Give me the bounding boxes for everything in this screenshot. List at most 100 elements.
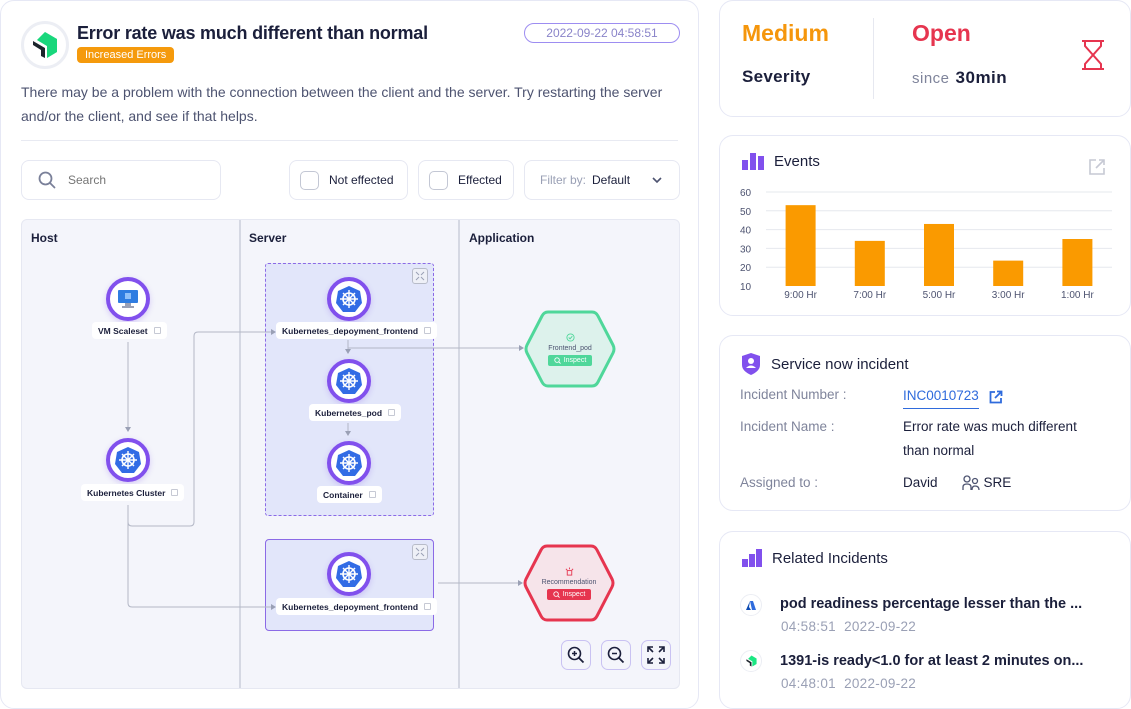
external-link-icon[interactable] — [424, 327, 432, 334]
bar[interactable] — [854, 240, 885, 286]
fullscreen-icon — [647, 646, 665, 664]
service-now-card: Service now incident Incident Number : I… — [719, 335, 1131, 511]
check-circle-icon — [565, 332, 575, 342]
external-link-icon[interactable] — [989, 390, 1003, 404]
bar[interactable] — [993, 260, 1024, 286]
incident-name-value: Error rate was much different than norma… — [903, 419, 1077, 458]
inspect-button[interactable]: Inspect — [546, 588, 592, 600]
y-tick-label: 20 — [740, 263, 752, 274]
divider — [21, 140, 678, 141]
app-node-frontend-pod[interactable]: Frontend_pod Inspect — [524, 309, 616, 389]
shield-user-icon — [742, 353, 760, 375]
not-effected-checkbox[interactable]: Not effected — [289, 160, 408, 200]
bar-chart-icon — [742, 549, 762, 567]
external-link-icon[interactable] — [153, 327, 161, 334]
incident-number-row: INC0010723 — [903, 384, 1003, 409]
kubernetes-icon — [336, 368, 362, 394]
team-icon — [961, 475, 980, 491]
node-label-container[interactable]: Container — [317, 486, 382, 503]
severity-card: Medium Severity Open since 30min — [719, 0, 1131, 117]
node-kubernetes-cluster[interactable] — [106, 438, 150, 482]
external-link-icon[interactable] — [368, 491, 376, 498]
events-bar-chart: 10 20 30 40 50 60 9:00 Hr 7:00 Hr 5:00 Hr 3:00 Hr… — [740, 188, 1112, 301]
node-label-k8s-pod[interactable]: Kubernetes_pod — [309, 404, 402, 421]
incident-description: There may be a problem with the connecti… — [21, 84, 663, 124]
filter-value: Default — [592, 173, 631, 187]
zoom-out-button[interactable] — [601, 640, 631, 670]
incident-number-label: Incident Number : — [740, 387, 847, 402]
node-vm-scaleset[interactable] — [106, 277, 150, 321]
app-node-name: Frontend_pod — [548, 344, 592, 352]
service-now-title: Service now incident — [771, 355, 909, 373]
node-label-k8s-deployment-frontend[interactable]: Kubernetes_depoyment_frontend — [276, 322, 438, 339]
incident-number-link[interactable]: INC0010723 — [903, 384, 979, 409]
node-label-vm-scaleset[interactable]: VM Scaleset — [92, 322, 167, 339]
chevron-down-icon — [652, 177, 662, 184]
node-label-k8s-deployment-frontend-2[interactable]: Kubernetes_depoyment_frontend — [276, 598, 438, 615]
newrelic-icon — [740, 650, 762, 672]
y-tick-label: 10 — [740, 282, 752, 293]
events-card: Events 10 20 30 40 50 60 9:00 Hr 7:00 Hr 5:00 Hr… — [719, 135, 1131, 316]
external-link-icon[interactable] — [388, 409, 396, 416]
assignee-team: SRE — [961, 471, 1011, 495]
zoom-in-icon — [567, 646, 585, 664]
filter-dropdown[interactable]: Filter by: Default — [524, 160, 680, 200]
edge-cluster-to-deploy2 — [127, 505, 272, 608]
divider — [873, 18, 874, 99]
external-link-icon[interactable] — [1088, 158, 1106, 176]
zoom-in-button[interactable] — [561, 640, 591, 670]
events-header: Events — [742, 152, 820, 170]
kubernetes-icon — [336, 286, 362, 312]
assignee-name: David — [903, 475, 938, 490]
external-link-icon[interactable] — [171, 489, 179, 496]
inspect-button[interactable]: Inspect — [547, 354, 593, 366]
checkbox-square[interactable] — [429, 170, 448, 190]
y-tick-label: 60 — [740, 188, 752, 199]
external-link-icon[interactable] — [424, 603, 432, 610]
assigned-to-row: David SRE — [903, 471, 1011, 495]
newrelic-logo-icon — [21, 21, 69, 69]
effected-label: Effected — [458, 173, 502, 187]
topology-map[interactable]: Host Server Application VM Scaleset Kube… — [21, 219, 680, 689]
service-now-header: Service now incident — [741, 353, 909, 375]
bar[interactable] — [1062, 239, 1093, 286]
related-incidents-card: Related Incidents pod readiness percenta… — [719, 531, 1131, 709]
y-tick-label: 30 — [740, 244, 752, 255]
node-k8s-deployment-frontend-2[interactable] — [327, 552, 371, 596]
related-incident-title[interactable]: pod readiness percentage lesser than the… — [780, 596, 1082, 612]
related-title: Related Incidents — [772, 549, 888, 567]
incident-type-badge: Increased Errors — [77, 47, 175, 63]
bar[interactable] — [924, 223, 954, 286]
effected-checkbox[interactable]: Effected — [418, 160, 514, 200]
app-node-recommendation[interactable]: Recommendation Inspect — [523, 543, 615, 623]
not-effected-label: Not effected — [329, 173, 394, 187]
kubernetes-icon — [115, 447, 141, 473]
checkbox-square[interactable] — [300, 170, 319, 190]
node-container[interactable] — [327, 441, 371, 485]
zoom-out-icon — [607, 646, 625, 664]
x-tick-label: 7:00 Hr — [853, 290, 886, 301]
related-incident-title[interactable]: 1391-is ready<1.0 for at least 2 minutes… — [780, 653, 1083, 669]
node-k8s-pod[interactable] — [327, 359, 371, 403]
y-tick-label: 50 — [740, 207, 752, 218]
fit-screen-button[interactable] — [641, 640, 671, 670]
events-title: Events — [774, 152, 820, 170]
related-incident-meta: 04:48:01 2022-09-22 — [781, 676, 917, 691]
hourglass-icon — [1082, 40, 1104, 70]
node-k8s-deployment-frontend[interactable] — [327, 277, 371, 321]
incident-timestamp: 2022-09-22 04:58:51 — [524, 23, 680, 43]
related-incident-meta: 04:58:51 2022-09-22 — [781, 619, 917, 634]
search-field[interactable] — [21, 160, 221, 200]
related-header: Related Incidents — [742, 549, 888, 567]
bar[interactable] — [785, 205, 816, 286]
app-node-name: Recommendation — [541, 578, 597, 586]
azure-icon — [740, 594, 762, 616]
severity-value: Medium — [742, 20, 829, 46]
node-label-kubernetes-cluster[interactable]: Kubernetes Cluster — [81, 484, 185, 501]
x-tick-label: 1:00 Hr — [1061, 290, 1094, 301]
alarm-icon — [565, 566, 573, 576]
search-input[interactable] — [68, 173, 198, 187]
arrow-head — [345, 431, 351, 436]
bar-chart-icon — [742, 153, 764, 170]
monitor-icon — [118, 290, 138, 308]
